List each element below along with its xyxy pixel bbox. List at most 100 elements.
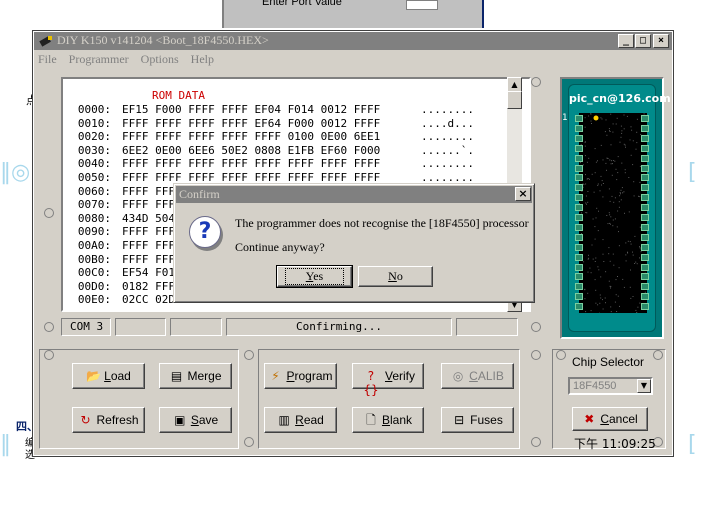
program-chip-icon: ⚡ <box>271 369 280 383</box>
verify-icon: ?{} <box>363 369 379 397</box>
socket-pin <box>641 223 649 231</box>
hex-address: 00C0: <box>77 266 111 280</box>
hex-address: 0040: <box>77 157 111 171</box>
hex-address: 00D0: <box>77 279 111 293</box>
save-label: Save <box>190 413 219 427</box>
close-button[interactable]: × <box>653 34 669 48</box>
chip-selector-label: Chip Selector <box>572 355 645 369</box>
socket-pin <box>575 293 583 301</box>
progress-bar <box>456 318 518 336</box>
hex-values: FFFF FFF <box>122 184 175 198</box>
splitter-handle[interactable] <box>44 208 54 218</box>
socket-pin <box>575 263 583 271</box>
yes-button[interactable]: Yes <box>276 265 353 288</box>
menu-programmer[interactable]: Programmer <box>69 52 129 66</box>
calib-label: CALIB <box>469 369 504 383</box>
background-decoration-icon: [ <box>688 432 697 457</box>
splitter-handle[interactable] <box>531 350 541 360</box>
menu-help[interactable]: Help <box>191 52 214 66</box>
splitter-handle[interactable] <box>531 77 541 87</box>
hex-ascii: ......`. <box>421 143 474 157</box>
refresh-button[interactable]: ↻ Refresh <box>72 407 145 433</box>
hex-address: 0050: <box>77 171 111 184</box>
hex-address: 0060: <box>77 184 111 198</box>
hex-ascii: ....d... <box>421 116 474 130</box>
socket-pin <box>575 273 583 281</box>
dialog-question: Continue anyway? <box>235 240 325 254</box>
socket-pin <box>641 154 649 162</box>
socket-pin <box>641 243 649 251</box>
merge-icon: ▤ <box>170 369 183 383</box>
socket-texture <box>579 113 647 313</box>
hex-values: FFFF FFFF FFFF FFFF FFFF 0100 0E00 6EE1 <box>122 130 381 144</box>
confirm-dialog: Confirm × ? The programmer does not reco… <box>173 183 535 303</box>
socket-pin <box>575 144 583 152</box>
blank-label: Blank <box>381 413 413 427</box>
chip-selector-combo[interactable]: 18F4550 ▼ <box>568 377 653 395</box>
yes-label: Yes <box>284 268 345 285</box>
hex-values: FFFF FFFF FFFF FFFF EF64 F000 0012 FFFF <box>122 116 381 130</box>
socket-pin <box>641 253 649 261</box>
splitter-handle[interactable] <box>556 350 566 360</box>
hex-address: 00B0: <box>77 252 111 266</box>
calib-icon: ◎ <box>452 369 464 383</box>
menu-file[interactable]: File <box>38 52 57 66</box>
hex-values: 0182 FFF <box>122 279 175 293</box>
socket-pin <box>641 115 649 122</box>
blank-button[interactable]: 🗋 Blank <box>352 407 424 433</box>
save-button[interactable]: ▣ Save <box>159 407 232 433</box>
program-button[interactable]: ⚡ Program <box>264 363 337 389</box>
merge-label: Merge <box>187 369 222 383</box>
socket-pin <box>641 144 649 152</box>
scroll-up-icon[interactable]: ▲ <box>507 77 522 92</box>
hex-address: 0020: <box>77 130 111 144</box>
calib-button[interactable]: ◎ CALIB <box>441 363 514 389</box>
socket-pin <box>575 164 583 172</box>
splitter-handle[interactable] <box>653 350 663 360</box>
scroll-thumb[interactable] <box>507 91 522 109</box>
status-port: COM 3 <box>61 318 111 336</box>
splitter-handle[interactable] <box>531 322 541 332</box>
question-icon: ? <box>189 216 221 248</box>
fuses-label: Fuses <box>470 413 503 427</box>
clock: 下午 11:09:25 <box>574 437 656 451</box>
read-button[interactable]: ▥ Read <box>264 407 337 433</box>
dialog-title[interactable]: Confirm <box>176 186 532 203</box>
fuses-button[interactable]: ⊟ Fuses <box>441 407 514 433</box>
background-decoration-icon: [ <box>688 160 697 185</box>
status-field <box>115 318 166 336</box>
socket-pin <box>575 243 583 251</box>
window-title: DIY K150 v141204 <Boot_18F4550.HEX> <box>57 33 269 47</box>
cancel-button[interactable]: ✖ Cancel <box>572 407 648 431</box>
maximize-button[interactable]: □ <box>635 34 651 48</box>
splitter-handle[interactable] <box>44 322 54 332</box>
refresh-icon: ↻ <box>80 413 91 427</box>
hex-address: 0000: <box>77 103 111 116</box>
background-decoration-icon: ‖◎ <box>0 160 31 185</box>
socket-pin <box>575 253 583 261</box>
splitter-handle[interactable] <box>531 437 541 447</box>
hex-address: 0030: <box>77 143 111 157</box>
hex-address: 0080: <box>77 211 111 225</box>
hex-values: FFFF FFF <box>122 198 175 212</box>
merge-button[interactable]: ▤ Merge <box>159 363 232 389</box>
socket-pin <box>641 134 649 142</box>
load-button[interactable]: 📂 Load <box>72 363 145 389</box>
chevron-down-icon[interactable]: ▼ <box>637 379 651 393</box>
socket-pin <box>641 164 649 172</box>
no-button[interactable]: No <box>358 266 433 287</box>
dialog-close-icon[interactable]: × <box>515 187 531 201</box>
socket-pin <box>575 283 583 291</box>
status-message: Confirming... <box>226 318 452 336</box>
socket-pin <box>575 223 583 231</box>
menu-options[interactable]: Options <box>141 52 179 66</box>
splitter-handle[interactable] <box>244 350 254 360</box>
minimize-button[interactable]: _ <box>618 34 634 48</box>
splitter-handle[interactable] <box>44 350 54 360</box>
chip-socket-panel: pic_cn@126.com 1 <box>560 77 671 339</box>
rom-data-title: ROM DATA <box>152 89 205 102</box>
socket-pin <box>641 214 649 221</box>
splitter-handle[interactable] <box>244 437 254 447</box>
verify-button[interactable]: ?{} Verify <box>352 363 424 397</box>
title-bar[interactable]: DIY K150 v141204 <Boot_18F4550.HEX> _ □ … <box>34 32 672 50</box>
